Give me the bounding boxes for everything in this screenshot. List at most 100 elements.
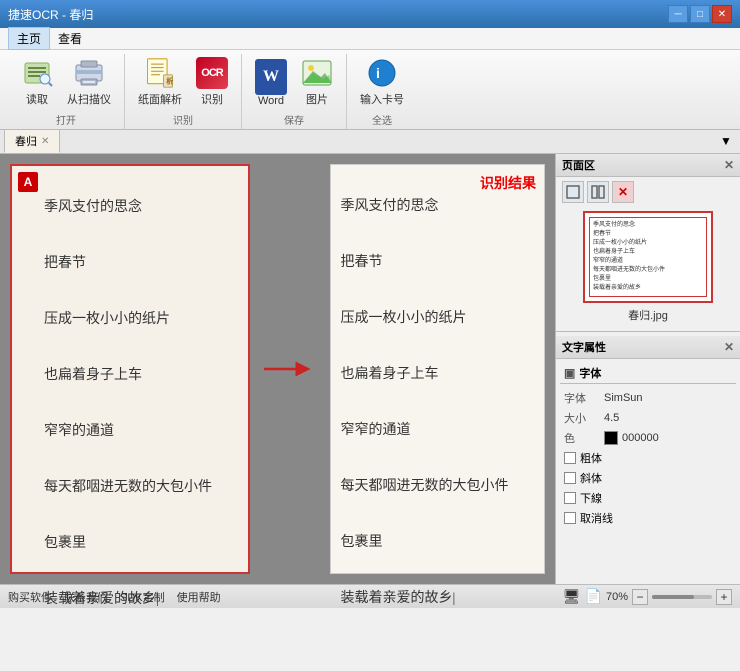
r-line-6 bbox=[341, 333, 535, 361]
checkbox-bold[interactable] bbox=[564, 452, 576, 464]
doc-status-icon: 📄 bbox=[585, 588, 602, 605]
font-size-label: 大小 bbox=[564, 410, 604, 426]
ribbon-group-open: 读取 从扫描仪 打开 bbox=[8, 54, 125, 129]
zoom-minus-button[interactable]: − bbox=[632, 589, 648, 605]
svg-text:i: i bbox=[376, 65, 380, 81]
maximize-button[interactable]: □ bbox=[690, 5, 710, 23]
tab-close-icon[interactable]: ✕ bbox=[41, 136, 49, 147]
checkbox-strikethrough-row: 取消线 bbox=[560, 508, 736, 528]
doc-icon: A bbox=[18, 172, 38, 192]
line-12 bbox=[44, 502, 238, 530]
thumb-line-2: 把春节 bbox=[593, 230, 703, 239]
right-panel: 页面区 ✕ ✕ 季风支付的思念 把春节 压成一枚小小的纸片 也扁着身子 bbox=[555, 154, 740, 584]
zoom-slider[interactable] bbox=[652, 595, 712, 599]
r-line-7: 也扁着身子上车 bbox=[341, 361, 535, 389]
read-button[interactable]: 读取 bbox=[16, 54, 58, 110]
page-toolbar: ✕ bbox=[556, 177, 740, 207]
checkbox-underline[interactable] bbox=[564, 492, 576, 504]
image-button[interactable]: 图片 bbox=[296, 54, 338, 110]
word-label: Word bbox=[258, 95, 284, 107]
r-line-1: 季风支付的思念 bbox=[341, 193, 535, 221]
text-props-header: 文字属性 ✕ bbox=[556, 336, 740, 359]
color-swatch bbox=[604, 431, 618, 445]
tab-bar: 春归 ✕ ▼ bbox=[0, 130, 740, 154]
page-area-close-icon[interactable]: ✕ bbox=[724, 158, 734, 172]
status-right: 🖥 📄 70% − + bbox=[563, 588, 732, 605]
tab-dropdown-button[interactable]: ▼ bbox=[716, 129, 736, 153]
image-label: 图片 bbox=[306, 91, 328, 107]
svg-text:析: 析 bbox=[166, 77, 173, 86]
line-8 bbox=[44, 390, 238, 418]
tab-chunhui[interactable]: 春归 ✕ bbox=[4, 129, 60, 153]
ribbon: 读取 从扫描仪 打开 bbox=[0, 50, 740, 130]
checkbox-strikethrough[interactable] bbox=[564, 512, 576, 524]
line-13: 包裹里 bbox=[44, 530, 238, 558]
close-button[interactable]: ✕ bbox=[712, 5, 732, 23]
doc-panel-left: A 季风支付的思念 把春节 压成一枚小小的纸片 也扁着身子上车 窄窄的通道 每天… bbox=[10, 164, 250, 574]
paper-button[interactable]: 析 纸面解析 bbox=[133, 54, 187, 110]
ribbon-open-label: 打开 bbox=[56, 112, 76, 127]
checkbox-bold-label: 粗体 bbox=[580, 450, 602, 466]
computer-icon: 🖥 bbox=[563, 588, 581, 605]
ribbon-group-all: i 输入卡号 全选 bbox=[347, 54, 417, 129]
checkbox-underline-row: 下線 bbox=[560, 488, 736, 508]
tab-label: 春归 bbox=[15, 133, 37, 149]
line-2 bbox=[44, 222, 238, 250]
doc-text-left: 季风支付的思念 把春节 压成一枚小小的纸片 也扁着身子上车 窄窄的通道 每天都咽… bbox=[44, 178, 238, 614]
menu-item-view[interactable]: 查看 bbox=[50, 28, 90, 49]
read-label: 读取 bbox=[26, 91, 48, 107]
doc-text-right: 季风支付的思念 把春节 压成一枚小小的纸片 也扁着身子上车 窄窄的通道 每天都咽… bbox=[341, 177, 535, 613]
thumb-box: 季风支付的思念 把春节 压成一枚小小的纸片 也扁着身子上车 窄窄的通道 每天都咽… bbox=[589, 217, 707, 297]
thumb-line-7: 包裹里 bbox=[593, 275, 703, 284]
menu-item-home[interactable]: 主页 bbox=[8, 27, 50, 50]
ocr-button[interactable]: OCR 识别 bbox=[191, 54, 233, 110]
arrow-area bbox=[260, 164, 320, 574]
page-tool-delete[interactable]: ✕ bbox=[612, 181, 634, 203]
ribbon-recognize-buttons: 析 纸面解析 OCR 识别 bbox=[133, 54, 233, 110]
font-color-row: 色 000000 bbox=[560, 428, 736, 448]
font-section-title: ▣ 字体 bbox=[560, 363, 736, 384]
page-area-header: 页面区 ✕ bbox=[556, 154, 740, 177]
page-tool-view2[interactable] bbox=[587, 181, 609, 203]
text-props-close-icon[interactable]: ✕ bbox=[724, 340, 734, 354]
checkbox-bold-row: 粗体 bbox=[560, 448, 736, 468]
font-size-row: 大小 4.5 bbox=[560, 408, 736, 428]
title-bar: 捷速OCR - 春归 ─ □ ✕ bbox=[0, 0, 740, 28]
page-thumbnail: 季风支付的思念 把春节 压成一枚小小的纸片 也扁着身子上车 窄窄的通道 每天都咽… bbox=[583, 211, 713, 303]
main-content: A 季风支付的思念 把春节 压成一枚小小的纸片 也扁着身子上车 窄窄的通道 每天… bbox=[0, 154, 740, 584]
card-button[interactable]: i 输入卡号 bbox=[355, 54, 409, 110]
arrow-svg bbox=[262, 354, 317, 384]
thumb-line-5: 窄窄的通道 bbox=[593, 257, 703, 266]
font-face-label: 字体 bbox=[564, 390, 604, 406]
word-button[interactable]: W Word bbox=[250, 58, 292, 110]
checkbox-underline-label: 下線 bbox=[580, 490, 602, 506]
title-controls: ─ □ ✕ bbox=[668, 5, 732, 23]
menu-bar: 主页 查看 bbox=[0, 28, 740, 50]
read-icon bbox=[21, 57, 53, 89]
line-11: 每天都咽进无数的大包小件 bbox=[44, 474, 238, 502]
text-props-content: ▣ 字体 字体 SimSun 大小 4.5 色 000000 bbox=[556, 359, 740, 584]
zoom-plus-button[interactable]: + bbox=[716, 589, 732, 605]
checkbox-italic[interactable] bbox=[564, 472, 576, 484]
minimize-button[interactable]: ─ bbox=[668, 5, 688, 23]
ribbon-save-label: 保存 bbox=[284, 112, 304, 127]
line-10 bbox=[44, 446, 238, 474]
image-icon bbox=[301, 57, 333, 89]
font-section: ▣ 字体 字体 SimSun 大小 4.5 色 000000 bbox=[560, 363, 736, 528]
thumb-content: 季风支付的思念 把春节 压成一枚小小的纸片 也扁着身子上车 窄窄的通道 每天都咽… bbox=[593, 221, 703, 293]
font-section-label: 字体 bbox=[579, 365, 601, 381]
scan-button[interactable]: 从扫描仪 bbox=[62, 54, 116, 110]
font-face-row: 字体 SimSun bbox=[560, 388, 736, 408]
tab-dropdown-icon: ▼ bbox=[720, 134, 732, 148]
zoom-track bbox=[652, 595, 694, 599]
line-7: 也扁着身子上车 bbox=[44, 362, 238, 390]
r-line-12 bbox=[341, 501, 535, 529]
zoom-level: 70% bbox=[606, 591, 628, 603]
scan-label: 从扫描仪 bbox=[67, 91, 111, 107]
page-tool-view1[interactable] bbox=[562, 181, 584, 203]
r-line-10 bbox=[341, 445, 535, 473]
ocr-label: 识别 bbox=[201, 91, 223, 107]
thumb-line-6: 每天都咽进无数的大包小件 bbox=[593, 266, 703, 275]
page-thumbnail-area: 季风支付的思念 把春节 压成一枚小小的纸片 也扁着身子上车 窄窄的通道 每天都咽… bbox=[556, 207, 740, 327]
thumb-line-4: 也扁着身子上车 bbox=[593, 248, 703, 257]
